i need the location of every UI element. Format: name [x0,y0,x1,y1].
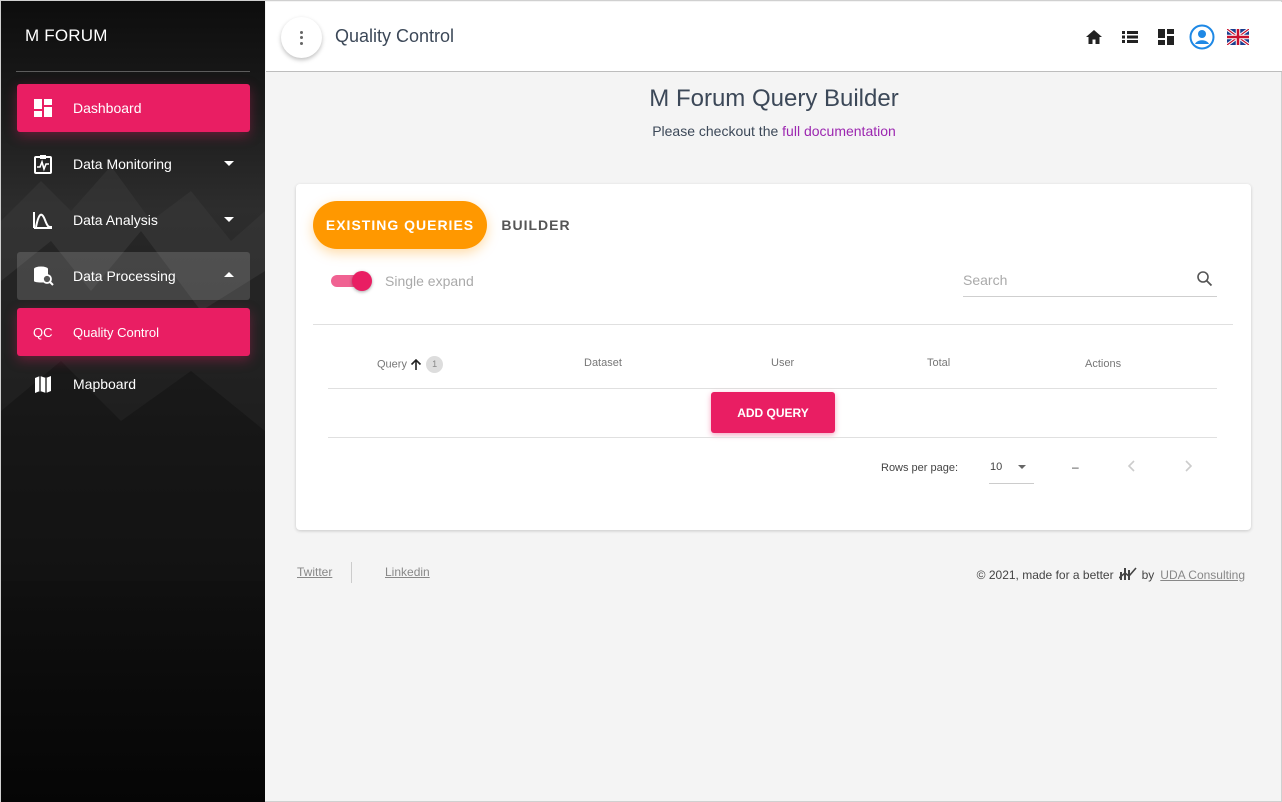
analysis-icon [32,209,54,231]
more-vert-icon [300,30,303,45]
subtitle: Please checkout the full documentation [266,123,1282,139]
sidebar-item-label: Dashboard [73,100,142,116]
copyright-text: © 2021, made for a better [976,567,1114,582]
dropdown-arrow-icon [1018,465,1026,469]
footer-link-twitter[interactable]: Twitter [297,565,332,579]
sidebar-item-data-processing[interactable]: Data Processing [17,252,250,300]
footer-copyright: © 2021, made for a better by UDA Consult… [977,565,1245,584]
sidebar-item-label: Mapboard [73,376,137,392]
sidebar-item-label: Quality Control [73,324,159,340]
monitor-icon [32,153,54,175]
single-expand-label: Single expand [385,273,474,289]
query-card: EXISTING QUERIES BUILDER Single expand Q… [296,184,1251,530]
add-query-button[interactable]: ADD QUERY [711,392,835,433]
sidebar-item-label: Data Processing [73,268,176,284]
uk-flag-icon[interactable] [1225,24,1251,50]
sidebar-item-data-monitoring[interactable]: Data Monitoring [17,140,250,188]
column-header-actions: Actions [1085,358,1122,370]
subtitle-text: Please checkout the [652,123,779,139]
search-field [963,269,1217,297]
table-row-divider [328,437,1217,438]
top-bar: Quality Control [266,2,1282,72]
footer-separator [351,562,352,583]
user-account-icon[interactable] [1189,24,1215,50]
rows-per-page-select[interactable]: 10 [989,456,1034,484]
chevron-up-icon [224,272,234,277]
sort-order-badge: 1 [426,356,444,373]
column-header-total[interactable]: Total [927,357,950,369]
chevron-down-icon [224,161,234,166]
company-link[interactable]: UDA Consulting [1160,568,1245,582]
map-icon [32,373,54,395]
arrow-up-icon [410,358,422,370]
table-header-divider [328,388,1217,389]
main-title: M Forum Query Builder [649,85,899,112]
by-text: by [1141,567,1155,582]
next-page-button[interactable] [1180,459,1196,475]
more-menu-button[interactable] [281,17,322,58]
home-icon[interactable] [1081,24,1107,50]
sidebar: M FORUM Dashboard Data Monitoring Data A… [1,1,265,802]
sidebar-item-mapboard[interactable]: Mapboard [17,360,250,408]
sidebar-item-label: Data Monitoring [73,156,172,172]
search-icon[interactable] [1196,270,1213,292]
chevron-left-icon [1127,460,1135,472]
chevron-down-icon [224,217,234,222]
chart-logo-icon [1118,565,1137,584]
top-icons [1071,24,1251,50]
tab-existing-queries[interactable]: EXISTING QUERIES [313,201,487,249]
sidebar-item-label: Data Analysis [73,212,158,228]
sidebar-item-dashboard[interactable]: Dashboard [17,84,250,132]
documentation-link[interactable]: full documentation [782,123,896,139]
sidebar-item-quality-control[interactable]: QC Quality Control [17,308,250,356]
search-input[interactable] [963,269,1183,291]
rows-per-page-label: Rows per page: [881,462,959,474]
footer-link-linkedin[interactable]: Linkedin [385,565,430,579]
list-icon[interactable] [1117,24,1143,50]
prev-page-button[interactable] [1124,459,1140,475]
processing-icon [32,265,54,287]
chevron-right-icon [1185,460,1193,472]
section-divider [313,324,1233,325]
column-header-user[interactable]: User [771,357,794,369]
dashboard-icon [32,97,54,119]
dashboard-grid-icon[interactable] [1153,24,1179,50]
sidebar-item-abbr: QC [33,324,53,340]
single-expand-toggle[interactable] [331,271,372,291]
pagination-range: – [1072,460,1079,474]
brand-title[interactable]: M FORUM [25,26,108,46]
tab-builder[interactable]: BUILDER [492,201,580,249]
column-header-query[interactable]: Query 1 [377,356,444,373]
rows-per-page-value: 10 [990,461,1003,473]
sidebar-item-data-analysis[interactable]: Data Analysis [17,196,250,244]
page-title: Quality Control [335,26,455,46]
brand-divider [16,71,250,72]
toggle-knob [352,271,372,291]
column-header-dataset[interactable]: Dataset [584,357,622,369]
column-header-label: Query [377,358,407,371]
